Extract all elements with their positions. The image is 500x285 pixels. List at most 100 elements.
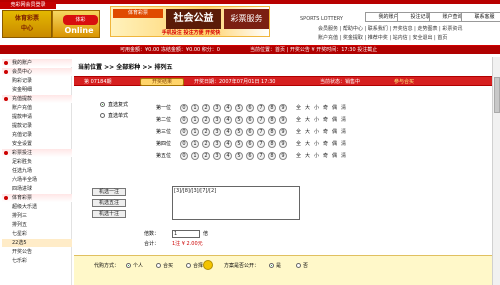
digit-ball[interactable]: 8 [268,104,276,112]
help-tip-icon[interactable] [203,260,213,270]
quick-select-option[interactable]: 偶 [332,140,337,148]
sidebar-item-football-win[interactable]: 足彩胜负 [2,158,72,166]
digit-ball[interactable]: 5 [235,116,243,124]
random-ten-button[interactable]: 机选十注 [92,210,126,218]
quick-select-option[interactable]: 大 [305,152,310,160]
digit-ball[interactable]: 9 [279,152,287,160]
digit-ball[interactable]: 4 [224,152,232,160]
quick-select-option[interactable]: 小 [314,116,319,124]
digit-ball[interactable]: 1 [191,128,199,136]
sidebar-item-deposit[interactable]: 账户充值 [2,104,72,112]
quick-select-option[interactable]: 偶 [332,104,337,112]
digit-ball[interactable]: 5 [235,152,243,160]
sidebar-item-member-center[interactable]: 会员中心 [2,68,72,76]
quick-select-option[interactable]: 小 [314,128,319,136]
quick-select-option[interactable]: 清 [341,140,346,148]
digit-ball[interactable]: 7 [257,140,265,148]
sidebar-item-seven-star[interactable]: 七星彩 [2,230,72,238]
sidebar-item-six-half[interactable]: 六场半全场 [2,176,72,184]
vertical-scrollbar[interactable] [492,57,500,285]
digit-ball[interactable]: 3 [213,116,221,124]
digit-ball[interactable]: 7 [257,116,265,124]
ticket-textarea[interactable]: [3]/[8]/[3]/[7]/[2] [172,186,300,220]
sidebar-item-funds[interactable]: 资金明细 [2,86,72,94]
online-badge[interactable]: 体彩 Online [52,10,100,38]
quick-select-option[interactable]: 偶 [332,128,337,136]
sidebar-item-pick5[interactable]: 排列五 [2,221,72,229]
digit-ball[interactable]: 6 [246,140,254,148]
digit-ball[interactable]: 1 [191,152,199,160]
digit-ball[interactable]: 8 [268,152,276,160]
quick-select-option[interactable]: 大 [305,128,310,136]
public-radio-no[interactable] [296,263,301,268]
digit-ball[interactable]: 4 [224,128,232,136]
digit-ball[interactable]: 2 [202,152,210,160]
sidebar-item-sports-lottery[interactable]: 体育彩票 [2,194,72,202]
sidebar-item-any-nine[interactable]: 任选九场 [2,167,72,175]
digit-ball[interactable]: 9 [279,116,287,124]
quick-select-option[interactable]: 偶 [332,152,337,160]
mode-radio-group[interactable] [100,113,105,118]
digit-ball[interactable]: 9 [279,128,287,136]
sidebar-item-my-account[interactable]: 我的账户 [2,59,72,67]
digit-ball[interactable]: 2 [202,116,210,124]
digit-ball[interactable]: 2 [202,140,210,148]
digit-ball[interactable]: 0 [180,140,188,148]
quick-select-option[interactable]: 清 [341,116,346,124]
digit-ball[interactable]: 8 [268,128,276,136]
quick-select-option[interactable]: 清 [341,128,346,136]
buy-mode-radio-combo[interactable] [186,263,191,268]
quick-select-option[interactable]: 全 [296,128,301,136]
digit-ball[interactable]: 4 [224,116,232,124]
sidebar-item-deposit-withdraw[interactable]: 充值提款 [2,95,72,103]
scrollbar-thumb[interactable] [494,77,500,113]
digit-ball[interactable]: 8 [268,140,276,148]
digit-ball[interactable]: 5 [235,104,243,112]
digit-ball[interactable]: 0 [180,104,188,112]
digit-ball[interactable]: 6 [246,116,254,124]
digit-ball[interactable]: 5 [235,128,243,136]
quick-select-option[interactable]: 奇 [323,104,328,112]
quick-select-option[interactable]: 全 [296,116,301,124]
quick-select-option[interactable]: 奇 [323,152,328,160]
digit-ball[interactable]: 1 [191,140,199,148]
sidebar-item-lottery-bet[interactable]: 彩票投注 [2,149,72,157]
digit-ball[interactable]: 7 [257,104,265,112]
quick-select-option[interactable]: 偶 [332,116,337,124]
quick-select-option[interactable]: 清 [341,152,346,160]
join-group-link[interactable]: 参与合买 [394,77,414,87]
sidebar-item-four-goals[interactable]: 四场进球 [2,185,72,193]
digit-ball[interactable]: 4 [224,140,232,148]
buy-mode-radio-group[interactable] [156,263,161,268]
digit-ball[interactable]: 5 [235,140,243,148]
sidebar-item-seven-happy[interactable]: 七乐彩 [2,257,72,265]
random-one-button[interactable]: 机选一注 [92,188,126,196]
brand-tab[interactable]: 竞彩网会员登录 [0,2,56,9]
digit-ball[interactable]: 6 [246,152,254,160]
header-banner[interactable]: 体育彩票 社会公益 彩票服务 手机投注 投注方便 开奖快 [110,6,270,37]
sidebar-item-security[interactable]: 安全设置 [2,140,72,148]
digit-ball[interactable]: 3 [213,128,221,136]
quick-select-option[interactable]: 大 [305,104,310,112]
header-links-1[interactable]: 会员服务 | 帮助中心 | 联系我们 | 开奖信息 | 走势图表 | 彩票资讯 [318,25,498,33]
sidebar-item-bet-records[interactable]: 购彩记录 [2,77,72,85]
digit-ball[interactable]: 6 [246,104,254,112]
sidebar-item-pick3[interactable]: 排列三 [2,212,72,220]
sidebar-item-22-5[interactable]: 22选5 [2,239,72,247]
site-logo[interactable]: 体育彩票 中心 [2,10,52,38]
digit-ball[interactable]: 3 [213,152,221,160]
quick-select-option[interactable]: 全 [296,152,301,160]
digit-ball[interactable]: 0 [180,116,188,124]
digit-ball[interactable]: 4 [224,104,232,112]
digit-ball[interactable]: 1 [191,116,199,124]
quick-select-option[interactable]: 奇 [323,140,328,148]
quick-select-option[interactable]: 大 [305,116,310,124]
quick-select-option[interactable]: 小 [314,140,319,148]
digit-ball[interactable]: 7 [257,128,265,136]
digit-ball[interactable]: 2 [202,128,210,136]
quick-select-option[interactable]: 全 [296,104,301,112]
digit-ball[interactable]: 2 [202,104,210,112]
quick-select-option[interactable]: 小 [314,104,319,112]
sidebar-item-draw-notice[interactable]: 开奖公告 [2,248,72,256]
sidebar-item-deposit-records[interactable]: 充值记录 [2,131,72,139]
